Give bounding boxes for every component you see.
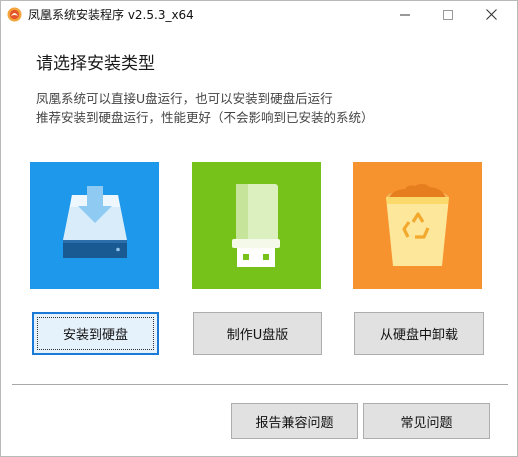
description-line-2: 推荐安装到硬盘运行，性能更好（不会影响到已安装的系统）	[36, 110, 374, 125]
install-to-disk-tile[interactable]	[30, 162, 159, 289]
page-heading: 请选择安装类型	[36, 54, 155, 74]
make-usb-button[interactable]: 制作U盘版	[193, 312, 322, 355]
description-line-1: 凤凰系统可以直接U盘运行，也可以安装到硬盘后运行	[36, 91, 333, 106]
faq-button[interactable]: 常见问题	[363, 403, 490, 439]
minimize-button[interactable]	[382, 1, 427, 28]
report-compat-button[interactable]: 报告兼容问题	[231, 403, 358, 439]
usb-drive-icon	[232, 184, 280, 267]
window-title: 凤凰系统安装程序 v2.5.3_x64	[28, 8, 194, 22]
recycle-bin-icon	[386, 183, 449, 266]
phoenix-app-icon	[7, 7, 22, 22]
install-to-disk-button[interactable]: 安装到硬盘	[32, 312, 159, 355]
minimize-icon	[399, 14, 410, 15]
divider	[12, 384, 508, 385]
maximize-icon	[442, 9, 453, 20]
maximize-button[interactable]	[425, 1, 470, 28]
installer-window: 凤凰系统安装程序 v2.5.3_x64 请选择安装类型 凤凰系统可以直接U盘运行…	[0, 0, 518, 457]
close-button[interactable]	[469, 1, 514, 28]
uninstall-tile[interactable]	[353, 162, 482, 289]
uninstall-button[interactable]: 从硬盘中卸载	[354, 312, 484, 355]
title-bar: 凤凰系统安装程序 v2.5.3_x64	[1, 1, 517, 28]
make-usb-tile[interactable]	[192, 162, 321, 289]
hard-disk-download-icon	[63, 186, 127, 258]
close-icon	[486, 9, 497, 20]
